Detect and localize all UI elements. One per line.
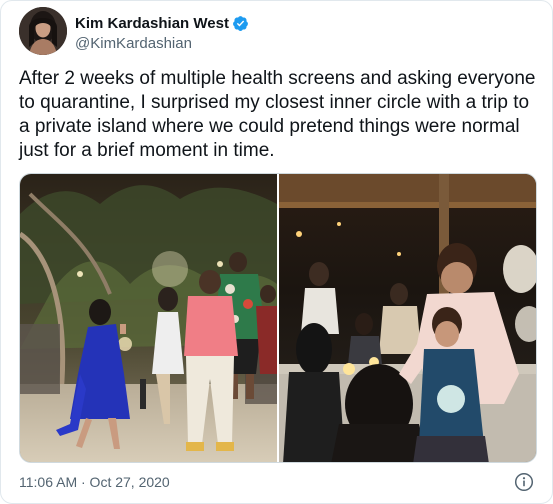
photo-dinner-party[interactable] xyxy=(279,174,536,462)
photo-beach-group[interactable] xyxy=(20,174,277,462)
media-grid xyxy=(19,173,537,463)
verified-badge-icon xyxy=(232,15,249,32)
author-names: Kim Kardashian West @KimKardashian xyxy=(75,13,249,52)
display-name[interactable]: Kim Kardashian West xyxy=(75,15,229,32)
display-name-row: Kim Kardashian West xyxy=(75,13,249,33)
tweet-footer: 11:06 AM · Oct 27, 2020 xyxy=(19,471,534,495)
profile-photo-icon xyxy=(19,7,67,55)
tweet-card: Kim Kardashian West @KimKardashian After… xyxy=(0,0,553,504)
timestamp[interactable]: 11:06 AM · Oct 27, 2020 xyxy=(19,474,170,490)
dinner-party-photo-icon xyxy=(279,174,536,462)
tweet-header: Kim Kardashian West @KimKardashian xyxy=(19,7,534,59)
handle[interactable]: @KimKardashian xyxy=(75,35,249,52)
info-icon[interactable] xyxy=(514,472,534,492)
avatar[interactable] xyxy=(19,7,67,55)
tweet-text: After 2 weeks of multiple health screens… xyxy=(19,68,536,161)
beach-group-photo-icon xyxy=(20,174,277,462)
